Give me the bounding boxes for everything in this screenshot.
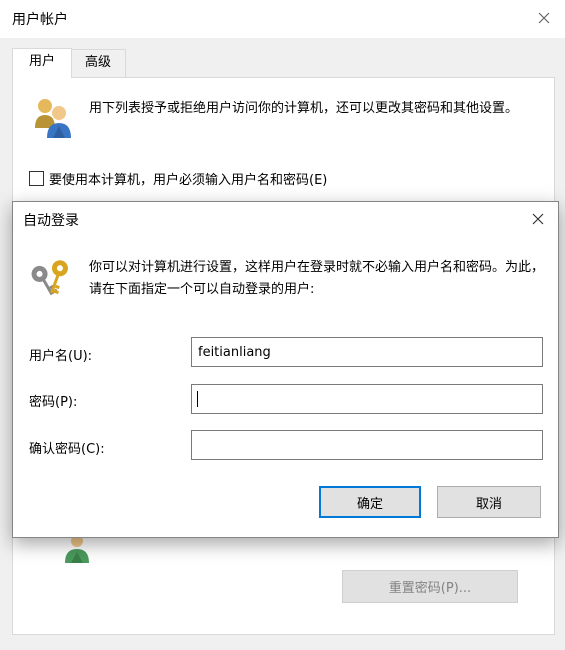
confirm-password-label: 确认密码(C):: [29, 442, 105, 457]
dialog-title: 自动登录: [23, 213, 79, 229]
username-label: 用户名(U):: [29, 349, 93, 364]
password-input[interactable]: [191, 384, 543, 414]
keys-icon: [31, 260, 68, 296]
close-icon: [538, 12, 550, 24]
cancel-button[interactable]: 取消: [437, 486, 541, 518]
close-icon: [532, 213, 544, 225]
username-input[interactable]: [191, 337, 543, 367]
parent-description: 用下列表授予或拒绝用户访问你的计算机，还可以更改其密码和其他设置。: [89, 101, 519, 116]
dialog-description: 你可以对计算机进行设置，这样用户在登录时就不必输入用户名和密码。为此，请在下面指…: [89, 260, 545, 297]
require-login-label[interactable]: 要使用本计算机，用户必须输入用户名和密码(E): [49, 169, 327, 188]
tab-users[interactable]: 用户: [12, 48, 72, 78]
text-caret: [197, 391, 198, 407]
users-icon: [35, 99, 71, 138]
parent-titlebar: 用户帐户: [0, 0, 565, 38]
dialog-close-button[interactable]: [524, 205, 552, 233]
require-login-row: 要使用本计算机，用户必须输入用户名和密码(E): [29, 169, 327, 188]
reset-password-button[interactable]: 重置密码(P)...: [342, 570, 518, 603]
password-label: 密码(P):: [29, 395, 78, 410]
require-login-checkbox[interactable]: [29, 171, 44, 186]
confirm-password-input[interactable]: [191, 430, 543, 460]
ok-button[interactable]: 确定: [319, 486, 421, 518]
tab-advanced[interactable]: 高级: [70, 49, 126, 77]
parent-close-button[interactable]: [529, 4, 559, 32]
auto-login-dialog: 自动登录 你可以对计算机进行设置，这样用户在登录时就不必输入用户名和密码。为此，…: [12, 201, 559, 538]
parent-window-title: 用户帐户: [12, 12, 68, 28]
dialog-titlebar: 自动登录: [13, 202, 558, 236]
tab-bar: 用户 高级: [0, 38, 565, 78]
